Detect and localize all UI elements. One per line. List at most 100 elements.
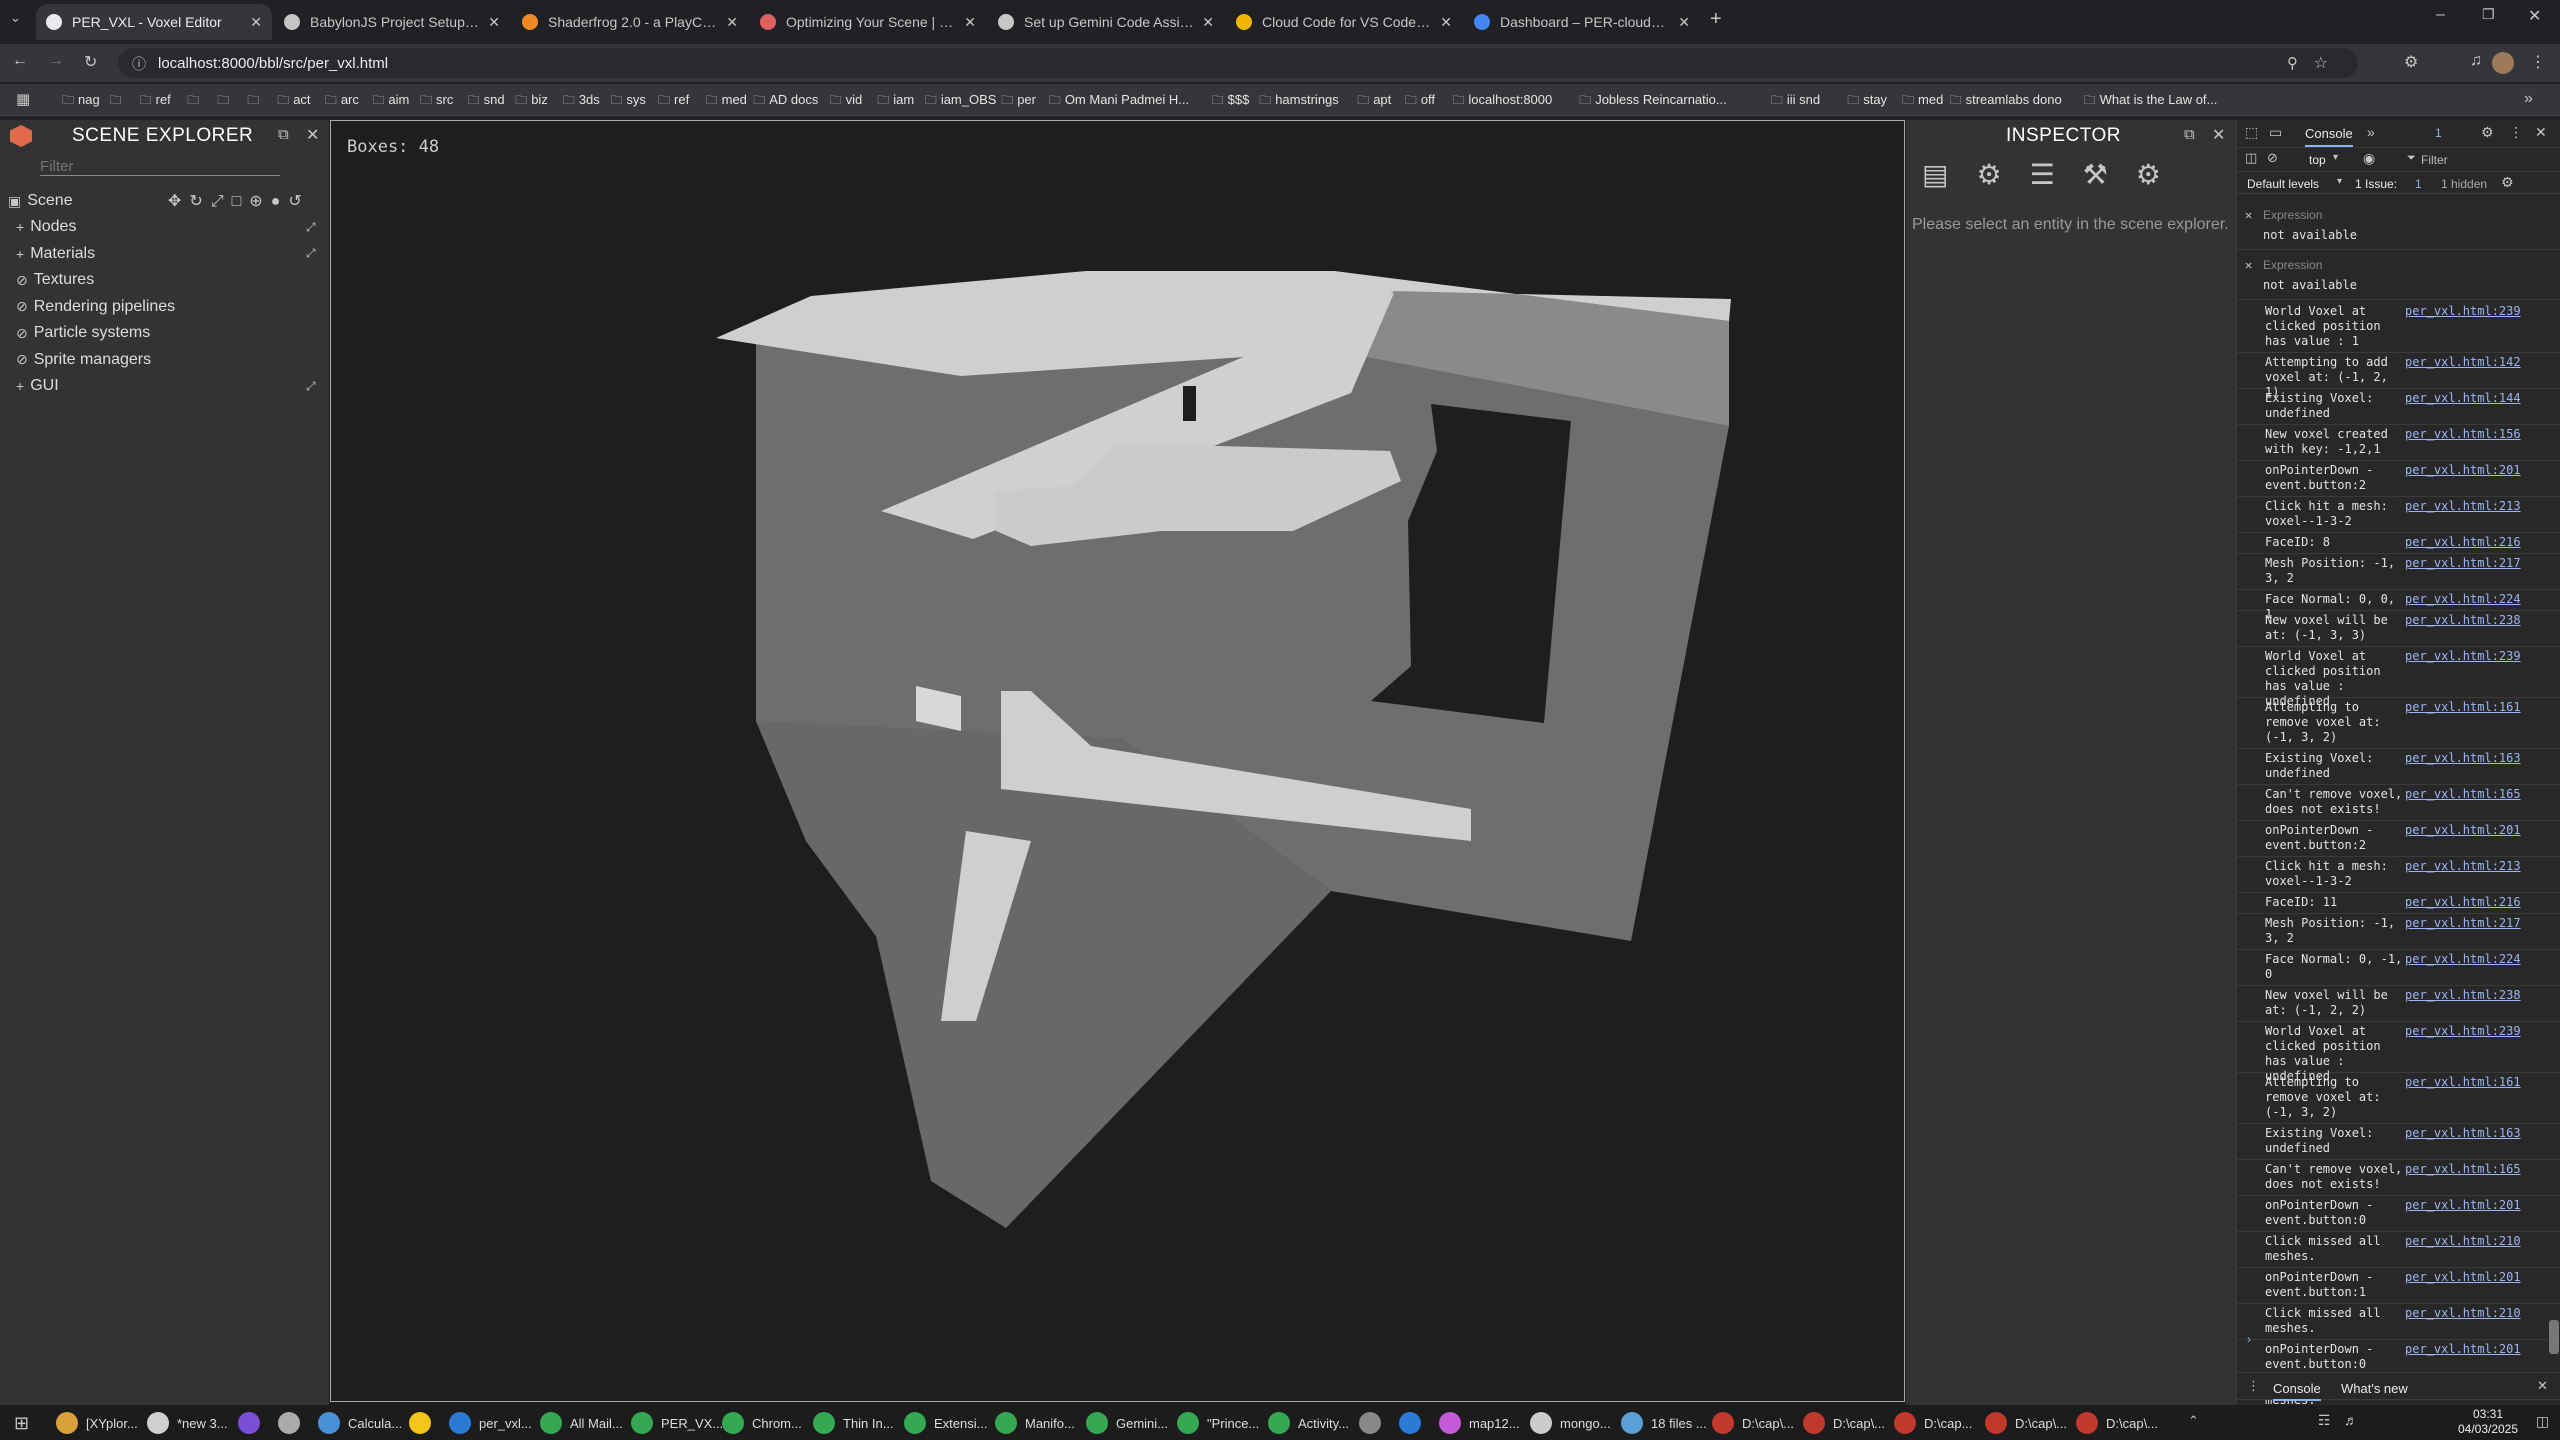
reload-icon[interactable]: ↻ <box>84 52 97 72</box>
close-devtools-icon[interactable]: ✕ <box>2535 124 2547 141</box>
minimize-icon[interactable]: – <box>2436 6 2445 24</box>
tab-close-icon[interactable]: ✕ <box>1202 14 1214 31</box>
tab-close-icon[interactable]: ✕ <box>1440 14 1452 31</box>
console-source-link[interactable]: per_vxl.html:161 <box>2405 700 2521 714</box>
console-message[interactable]: FaceID: 11 per_vxl.html:216 <box>2237 893 2560 914</box>
console-message[interactable]: New voxel created with key: -1,2,1 per_vx… <box>2237 425 2560 461</box>
console-message[interactable]: World Voxel at clicked position has valu… <box>2237 1022 2560 1083</box>
console-source-link[interactable]: per_vxl.html:201 <box>2405 463 2521 477</box>
zoom-icon[interactable]: ⚲ <box>2287 54 2298 72</box>
address-bar[interactable]: ⓘ localhost:8000/bbl/src/per_vxl.html ⚲ … <box>118 48 2358 78</box>
remove-expression-icon[interactable]: ✕ <box>2245 208 2252 222</box>
taskbar-app[interactable]: Activity... <box>1268 1410 1349 1436</box>
taskbar-app[interactable]: 18 files ... <box>1621 1410 1707 1436</box>
bookmark-item[interactable]: 🗀 arc <box>325 91 359 112</box>
bookmark-item[interactable]: 🗀 <box>247 91 263 112</box>
avatar[interactable] <box>2492 52 2514 74</box>
close-drawer-icon[interactable]: ✕ <box>2537 1378 2548 1394</box>
taskbar-app[interactable]: D:\cap\... <box>1712 1410 1794 1436</box>
drawer-menu-icon[interactable]: ⋮ <box>2247 1378 2260 1394</box>
console-message[interactable]: Mesh Position: -1, 3, 2 per_vxl.html:217 <box>2237 554 2560 590</box>
bookmark-item[interactable]: 🗀 <box>217 91 233 112</box>
console-message[interactable]: Click hit a mesh: voxel--1-3-2 per_vxl.ht… <box>2237 497 2560 533</box>
tools-tab-icon[interactable]: ⚒ <box>2083 158 2136 191</box>
voxel-scene[interactable] <box>331 121 1904 1401</box>
console-message[interactable]: Attempting to remove voxel at: (-1, 3, 2… <box>2237 698 2560 749</box>
tree-item[interactable]: ⊘ Sprite managers <box>16 347 326 373</box>
console-source-link[interactable]: per_vxl.html:163 <box>2405 751 2521 765</box>
console-message[interactable]: onPointerDown - event.button:2 per_vxl.ht… <box>2237 461 2560 497</box>
console-message[interactable]: New voxel will be at: (-1, 3, 3) per_vxl.… <box>2237 611 2560 647</box>
scene-filter-input[interactable] <box>40 158 280 176</box>
windows-start-icon[interactable]: ⊞ <box>14 1413 29 1434</box>
notifications-icon[interactable]: ◫ <box>2536 1413 2549 1430</box>
console-source-link[interactable]: per_vxl.html:213 <box>2405 499 2521 513</box>
console-source-link[interactable]: per_vxl.html:163 <box>2405 1126 2521 1140</box>
taskbar-app[interactable]: Chrom... <box>722 1410 802 1436</box>
bookmark-item[interactable]: 🗀 ref <box>140 91 171 112</box>
bookmark-item[interactable]: 🗀 AD docs <box>753 91 818 112</box>
console-source-link[interactable]: per_vxl.html:210 <box>2405 1306 2521 1320</box>
network-icon[interactable]: ☶ <box>2318 1412 2331 1429</box>
taskbar-app[interactable]: Thin In... <box>813 1410 894 1436</box>
console-message[interactable]: onPointerDown - event.button:0 per_vxl.ht… <box>2237 1340 2560 1376</box>
bookmark-item[interactable]: 🗀 apt <box>1357 91 1391 112</box>
browser-tab[interactable]: Dashboard – PER-cloudprj-a – ✕ <box>1464 4 1700 40</box>
console-filter-input[interactable]: Filter <box>2421 153 2448 167</box>
taskbar-app[interactable]: [XYplor... <box>56 1410 138 1436</box>
console-source-link[interactable]: per_vxl.html:239 <box>2405 304 2521 318</box>
statistics-tab-icon[interactable]: ☰ <box>2030 158 2083 191</box>
more-tabs-icon[interactable]: » <box>2367 124 2375 140</box>
context-select[interactable]: top <box>2309 153 2326 167</box>
settings-icon[interactable]: ⚙ <box>2481 124 2494 141</box>
kebab-icon[interactable]: ⋮ <box>2509 124 2523 141</box>
issues-count[interactable]: 1 <box>2415 177 2422 191</box>
tray-chevron-icon[interactable]: ⌃ <box>2188 1413 2199 1429</box>
console-message[interactable]: Existing Voxel: undefined per_vxl.html:16… <box>2237 1124 2560 1160</box>
console-source-link[interactable]: per_vxl.html:201 <box>2405 1270 2521 1284</box>
bookmark-item[interactable]: 🗀 <box>187 91 203 112</box>
bookmark-item[interactable]: 🗀 iii snd <box>1771 91 1820 112</box>
bookmark-item[interactable]: 🗀 off <box>1405 91 1435 112</box>
taskbar-app[interactable]: *new 3... <box>147 1410 228 1436</box>
tab-close-icon[interactable]: ✕ <box>964 14 976 31</box>
taskbar-app[interactable] <box>1399 1410 1429 1436</box>
clock[interactable]: 03:31 04/03/2025 <box>2448 1407 2528 1437</box>
bookmark-item[interactable]: 🗀 What is the Law of... <box>2084 91 2218 112</box>
live-expression-eye-icon[interactable]: ◉ <box>2363 150 2375 167</box>
taskbar-app[interactable]: mongo... <box>1530 1410 1611 1436</box>
console-message[interactable]: Can't remove voxel, does not exists! per_… <box>2237 1160 2560 1196</box>
console-source-link[interactable]: per_vxl.html:238 <box>2405 613 2521 627</box>
console-message[interactable]: Existing Voxel: undefined per_vxl.html:16… <box>2237 749 2560 785</box>
gizmo-scale-icon[interactable]: ⤢ <box>211 193 232 211</box>
bookmark-item[interactable]: 🗀 localhost:8000 <box>1452 91 1552 112</box>
pick-icon[interactable]: ⊕ <box>249 191 270 211</box>
console-source-link[interactable]: per_vxl.html:238 <box>2405 988 2521 1002</box>
tree-item[interactable]: ⊘ Textures <box>16 267 326 293</box>
taskbar-app[interactable]: Gemini... <box>1086 1410 1168 1436</box>
taskbar-app[interactable]: "Prince... <box>1177 1410 1259 1436</box>
bookmark-item[interactable]: 🗀 sys <box>610 91 646 112</box>
console-source-link[interactable]: per_vxl.html:201 <box>2405 823 2521 837</box>
gizmo-move-icon[interactable]: ✥ <box>168 191 189 211</box>
console-source-link[interactable]: per_vxl.html:165 <box>2405 787 2521 801</box>
console-message[interactable]: Face Normal: 0, -1, 0 per_vxl.html:224 <box>2237 950 2560 986</box>
tab-close-icon[interactable]: ✕ <box>726 14 738 31</box>
bookmark-item[interactable]: 🗀 <box>110 91 126 112</box>
bookmark-item[interactable]: 🗀 act <box>277 91 310 112</box>
console-message[interactable]: Attempting to add voxel at: (-1, 2, 1) pe… <box>2237 353 2560 399</box>
device-toolbar-icon[interactable]: ▭ <box>2269 124 2282 141</box>
taskbar-app[interactable]: Manifo... <box>995 1410 1075 1436</box>
bookmark-item[interactable]: 🗀 med <box>1902 91 1943 112</box>
back-icon[interactable]: ← <box>12 52 28 70</box>
expand-all-icon[interactable]: ⤢ <box>306 379 316 394</box>
console-message[interactable]: onPointerDown - event.button:0 per_vxl.ht… <box>2237 1196 2560 1232</box>
bookmark-item[interactable]: 🗀 aim <box>372 91 409 112</box>
console-source-link[interactable]: per_vxl.html:239 <box>2405 649 2521 663</box>
console-source-link[interactable]: per_vxl.html:144 <box>2405 391 2521 405</box>
refresh-icon[interactable]: ↺ <box>288 191 309 211</box>
taskbar-app[interactable]: map12... <box>1439 1410 1520 1436</box>
tab-close-icon[interactable]: ✕ <box>1678 14 1690 31</box>
browser-tab[interactable]: Optimizing Your Scene | Babylon ✕ <box>750 4 986 40</box>
expand-all-icon[interactable]: ⤢ <box>306 220 316 235</box>
